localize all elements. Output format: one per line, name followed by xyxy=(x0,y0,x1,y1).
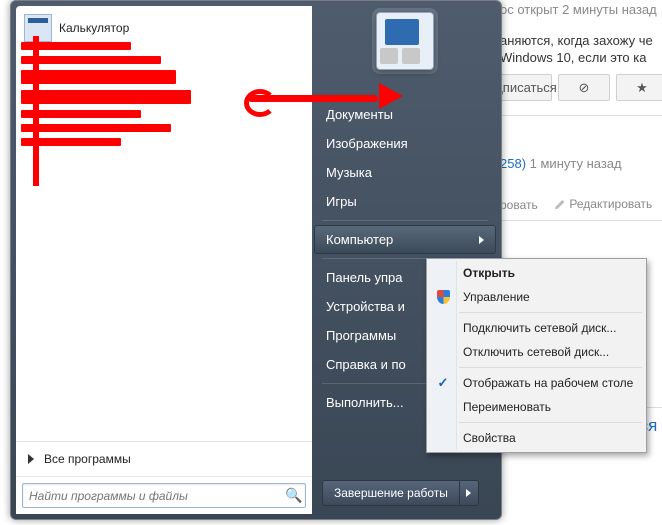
question-text-2: Windows 10, если это ка xyxy=(500,50,662,65)
all-programs-button[interactable]: Все программы xyxy=(16,441,312,476)
right-item-музыка[interactable]: Музыка xyxy=(314,158,496,187)
question-text-1: аняются, когда захожу че xyxy=(500,33,662,48)
ctx-item-переименовать[interactable]: Переименовать xyxy=(429,395,644,419)
block-button[interactable]: ⊘ xyxy=(558,74,610,101)
search-icon[interactable]: 🔍 xyxy=(283,487,305,504)
shutdown-options-button[interactable] xyxy=(459,481,478,505)
shutdown-label: Завершение работы xyxy=(323,481,459,505)
right-item-label: Музыка xyxy=(326,165,372,180)
search-row: 🔍 xyxy=(16,476,312,514)
ctx-item-подключить-сетевой-диск-[interactable]: Подключить сетевой диск... xyxy=(429,316,644,340)
all-programs-label: Все программы xyxy=(44,452,131,466)
right-item-игры[interactable]: Игры xyxy=(314,187,496,216)
user-picture[interactable] xyxy=(376,12,434,70)
right-item-label: Игры xyxy=(326,194,357,209)
ctx-item-label: Свойства xyxy=(463,431,516,445)
shield-icon xyxy=(435,289,451,305)
right-item-label: Панель упра xyxy=(326,270,403,285)
right-item-label: Компьютер xyxy=(326,232,393,247)
edit-link-2[interactable]: Редактировать xyxy=(555,197,652,211)
annotation-arrow xyxy=(248,85,408,115)
triangle-right-icon xyxy=(28,454,34,464)
program-label: Калькулятор xyxy=(59,21,129,35)
right-item-label: Выполнить... xyxy=(326,395,404,410)
right-item-label: Программы xyxy=(326,328,396,343)
pencil-icon xyxy=(555,199,565,209)
asked-time: ос открыт 2 минуты назад xyxy=(500,2,662,17)
ctx-item-label: Переименовать xyxy=(463,400,551,414)
block-icon: ⊘ xyxy=(579,80,590,96)
ctx-item-label: Подключить сетевой диск... xyxy=(463,321,616,335)
right-item-изображения[interactable]: Изображения xyxy=(314,129,496,158)
answer-author[interactable]: 258) xyxy=(500,156,526,171)
right-item-label: Устройства и xyxy=(326,299,405,314)
ctx-item-свойства[interactable]: Свойства xyxy=(429,426,644,450)
ctx-item-label: Отображать на рабочем столе xyxy=(463,376,633,390)
chevron-right-icon xyxy=(466,489,471,497)
right-item-label: Справка и по xyxy=(326,357,406,372)
program-list: Калькулятор xyxy=(16,6,312,441)
ctx-item-управление[interactable]: Управление xyxy=(429,285,644,309)
ctx-item-label: Отключить сетевой диск... xyxy=(463,345,609,359)
right-item-label: Изображения xyxy=(326,136,408,151)
ctx-item-отключить-сетевой-диск-[interactable]: Отключить сетевой диск... xyxy=(429,340,644,364)
ctx-item-label: Открыть xyxy=(463,266,515,280)
shutdown-button[interactable]: Завершение работы xyxy=(322,480,479,506)
chevron-right-icon xyxy=(479,236,484,244)
redaction-overlay xyxy=(21,36,221,152)
edit-link-1[interactable]: ровать xyxy=(500,198,538,212)
ctx-item-открыть[interactable]: Открыть xyxy=(429,261,644,285)
favorite-button[interactable]: ★ xyxy=(616,74,662,101)
ctx-item-отображать-на-рабочем-столе[interactable]: ✓ Отображать на рабочем столе xyxy=(429,371,644,395)
right-item-компьютер[interactable]: Компьютер xyxy=(314,225,496,254)
ctx-item-label: Управление xyxy=(463,290,530,304)
subscribe-button[interactable]: дписаться xyxy=(500,74,552,101)
start-menu-left-panel: Калькулятор Все программы xyxy=(16,6,312,514)
answer-time: 1 минуту назад xyxy=(530,156,622,171)
search-input[interactable] xyxy=(23,489,283,503)
check-icon: ✓ xyxy=(435,375,451,391)
search-box[interactable]: 🔍 xyxy=(22,483,306,508)
star-icon: ★ xyxy=(636,80,648,96)
context-menu: Открыть Управление Подключить сетевой диск… xyxy=(426,258,647,453)
